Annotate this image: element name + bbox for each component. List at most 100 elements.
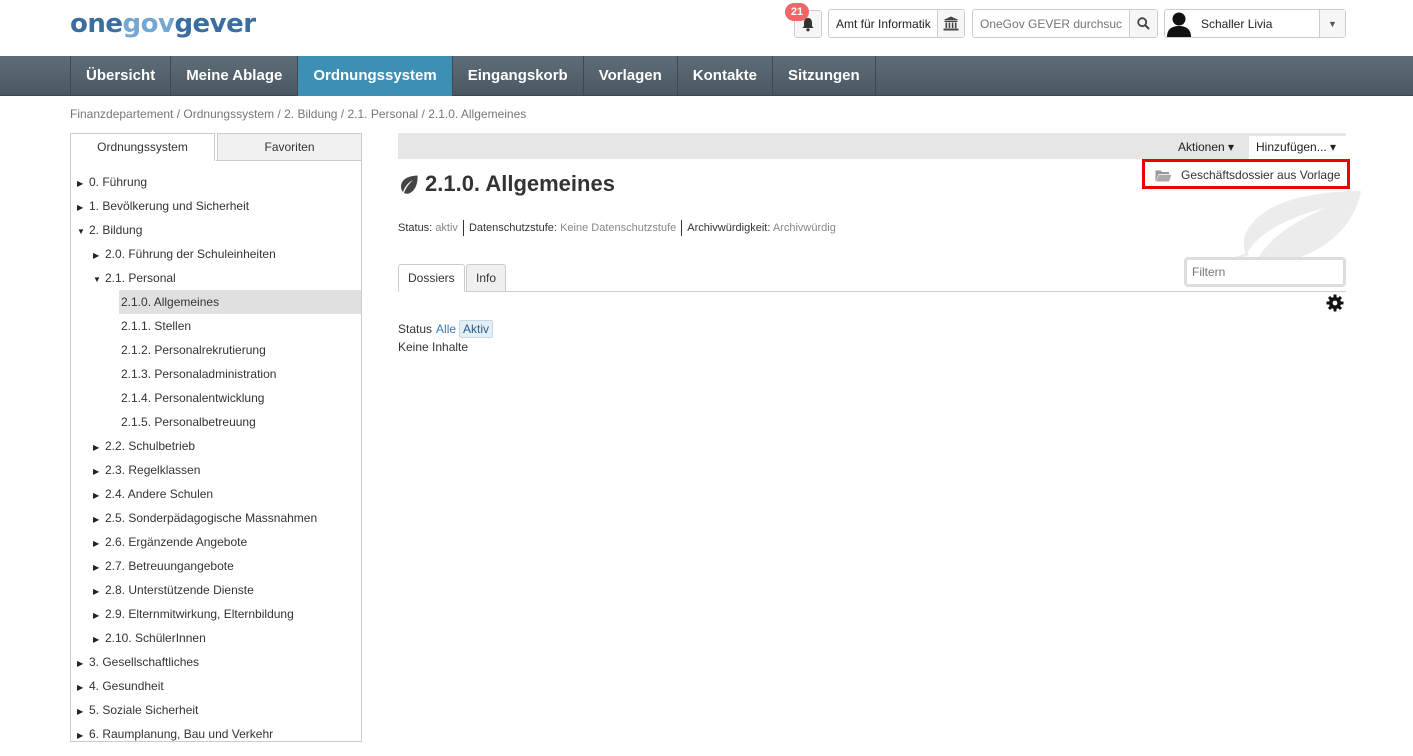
caret-right-icon[interactable]: ▶ [93,556,105,580]
institution-icon [937,10,964,37]
org-unit-label: Amt für Informatik [836,16,931,31]
filter-box [1184,257,1346,287]
tree-item-label: 2.6. Ergänzende Angebote [105,535,248,549]
caret-right-icon[interactable]: ▶ [93,508,105,532]
tree-item[interactable]: 2.1.2. Personalrekrutierung [119,338,266,362]
folder-open-icon [1155,170,1172,181]
notification-count-badge: 21 [785,3,809,21]
nav-item-übersicht[interactable]: Übersicht [71,56,172,96]
caret-right-icon[interactable]: ▶ [93,628,105,652]
caret-right-icon[interactable]: ▶ [77,196,89,220]
caret-right-icon[interactable]: ▶ [77,700,89,724]
tree-item-label: 4. Gesundheit [89,679,164,693]
caret-right-icon[interactable]: ▶ [77,724,89,741]
tree-item[interactable]: ▶ 2.0. Führung der Schuleinheiten [93,242,276,266]
search-button[interactable] [1129,10,1157,37]
tree-item-label: 5. Soziale Sicherheit [89,703,199,717]
status-filter-all[interactable]: Alle [436,321,456,337]
navigation-tree: ▶ 0. Führung ▶ 1. Bevölkerung und Sicherhei… [70,160,362,742]
nav-item-meine-ablage[interactable]: Meine Ablage [171,56,299,96]
search-input[interactable] [973,10,1129,37]
actions-menu[interactable]: Aktionen ▾ [1173,136,1239,158]
filter-input[interactable] [1187,260,1343,284]
tree-item-label: 2.3. Regelklassen [105,463,201,477]
meta-status-value: aktiv [435,222,458,234]
org-unit-selector[interactable]: Amt für Informatik [828,9,965,38]
tree-item[interactable]: ▶ 1. Bevölkerung und Sicherheit [77,194,249,218]
sidebar-tabs: Ordnungssystem Favoriten [70,133,362,161]
tree-item-label: 1. Bevölkerung und Sicherheit [89,199,250,213]
chevron-down-icon[interactable]: ▼ [1319,10,1345,37]
tree-item[interactable]: ▶ 3. Gesellschaftliches [77,650,199,674]
tree-item[interactable]: ▶ 2.10. SchülerInnen [93,626,206,650]
tab-dossiers[interactable]: Dossiers [398,264,465,292]
tree-item[interactable]: ▶ 2.3. Regelklassen [93,458,200,482]
user-silhouette-icon [1167,12,1191,37]
tree-item-label: 2.2. Schulbetrieb [105,439,196,453]
onegovgever-logo[interactable]: onegovgever [70,9,256,39]
status-filter: Status Alle Aktiv [398,320,494,338]
caret-right-icon[interactable]: ▶ [93,436,105,460]
tree-item-label: 2.0. Führung der Schuleinheiten [105,247,276,261]
tree-item-label: 2.9. Elternmitwirkung, Elternbildung [105,607,294,621]
meta-archival: Archivwürdigkeit: Archivwürdig [687,220,841,236]
tree-item[interactable]: 2.1.5. Personalbetreuung [119,410,256,434]
caret-right-icon[interactable]: ▶ [93,580,105,604]
tree-item-label: 2.1.1. Stellen [121,319,192,333]
tree-item[interactable]: ▶ 2.4. Andere Schulen [93,482,213,506]
user-menu[interactable]: Schaller Livia ▼ [1164,9,1346,38]
tree-item[interactable]: ▶ 0. Führung [77,170,147,194]
caret-down-icon[interactable]: ▼ [93,268,105,292]
caret-right-icon[interactable]: ▶ [93,484,105,508]
menu-item-dossier-from-template[interactable]: Geschäftsdossier aus Vorlage [1155,166,1340,184]
caret-right-icon[interactable]: ▶ [93,244,105,268]
tree-item[interactable]: ▶ 4. Gesundheit [77,674,164,698]
tree-item[interactable]: ▶ 6. Raumplanung, Bau und Verkehr [77,722,273,741]
caret-right-icon[interactable]: ▶ [93,460,105,484]
tree-item[interactable]: ▼ 2.1. Personal [93,266,176,290]
caret-right-icon[interactable]: ▶ [93,604,105,628]
tree-item-label: 2.7. Betreuungangebote [105,559,234,573]
top-header: onegovgever 21 Amt für Informatik OneGov… [0,0,1413,56]
tree-item-label: 2.10. SchülerInnen [105,631,206,645]
tree-item-label: 2.1.2. Personalrekrutierung [121,343,266,357]
gear-icon[interactable] [1326,294,1344,312]
tab-favoriten[interactable]: Favoriten [217,133,362,161]
tree-item[interactable]: 2.1.4. Personalentwicklung [119,386,264,410]
breadcrumb[interactable]: Finanzdepartement / Ordnungssystem / 2. … [70,107,526,121]
tree-item[interactable]: ▶ 2.2. Schulbetrieb [93,434,195,458]
nav-item-kontakte[interactable]: Kontakte [678,56,773,96]
tree-item[interactable]: ▼ 2. Bildung [77,218,142,242]
nav-item-ordnungssystem[interactable]: Ordnungssystem [298,56,453,96]
nav-item-vorlagen[interactable]: Vorlagen [584,56,678,96]
tree-item[interactable]: ▶ 2.6. Ergänzende Angebote [93,530,247,554]
add-menu[interactable]: Hinzufügen... ▾ [1249,136,1346,160]
main-navigation: Übersicht Meine Ablage Ordnungssystem Einga… [0,56,1413,96]
tree-item-label: 2.8. Unterstützende Dienste [105,583,254,597]
tree-item[interactable]: 2.1.0. Allgemeines [119,290,361,314]
tree-item-label: 2.1.0. Allgemeines [121,295,220,309]
nav-item-sitzungen[interactable]: Sitzungen [773,56,876,96]
caret-right-icon[interactable]: ▶ [77,172,89,196]
logo-part-gever: gever [174,9,256,39]
tree-item[interactable]: ▶ 2.8. Unterstützende Dienste [93,578,254,602]
caret-right-icon[interactable]: ▶ [77,652,89,676]
caret-right-icon[interactable]: ▶ [93,532,105,556]
tree-item-label: 0. Führung [89,175,148,189]
status-filter-active[interactable]: Aktiv [459,320,494,338]
tab-info[interactable]: Info [466,264,507,292]
tree-item[interactable]: ▶ 2.5. Sonderpädagogische Massnahmen [93,506,317,530]
meta-status-label: Status: [398,222,433,234]
tree-item[interactable]: ▶ 5. Soziale Sicherheit [77,698,198,722]
caret-down-icon[interactable]: ▼ [77,220,89,244]
tree-item[interactable]: ▶ 2.7. Betreuungangebote [93,554,234,578]
nav-item-eingangskorb[interactable]: Eingangskorb [453,56,584,96]
tree-item[interactable]: 2.1.1. Stellen [119,314,191,338]
caret-right-icon[interactable]: ▶ [77,676,89,700]
meta-status: Status: aktiv [398,220,464,236]
tree-item-label: 2.4. Andere Schulen [105,487,214,501]
tree-item[interactable]: 2.1.3. Personaladministration [119,362,276,386]
tree-item[interactable]: ▶ 2.9. Elternmitwirkung, Elternbildung [93,602,294,626]
search-icon [1137,17,1150,30]
tab-ordnungssystem[interactable]: Ordnungssystem [70,133,215,161]
